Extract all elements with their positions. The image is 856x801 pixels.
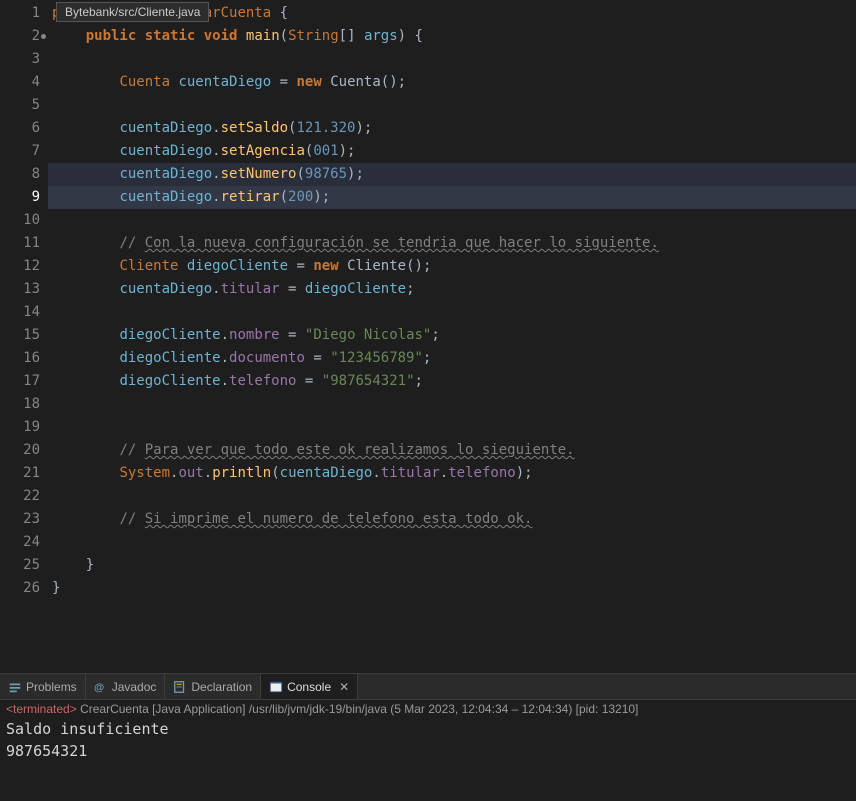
- code-line[interactable]: cuentaDiego.setAgencia(001);: [48, 140, 856, 163]
- console-line: Saldo insuficiente: [6, 718, 850, 740]
- line-number: 10: [0, 209, 40, 232]
- close-icon[interactable]: ✕: [339, 680, 349, 694]
- file-path-tooltip: Bytebank/src/Cliente.java: [56, 2, 209, 22]
- code-line[interactable]: Cliente diegoCliente = new Cliente();: [48, 255, 856, 278]
- line-number: 12: [0, 255, 40, 278]
- line-number: 5: [0, 94, 40, 117]
- code-line[interactable]: Cuenta cuentaDiego = new Cuenta();: [48, 71, 856, 94]
- tab-label: Javadoc: [112, 680, 157, 694]
- console-output[interactable]: Saldo insuficiente 987654321: [0, 718, 856, 762]
- code-line[interactable]: [48, 48, 856, 71]
- declaration-icon: [173, 680, 187, 694]
- line-number: 8: [0, 163, 40, 186]
- code-line[interactable]: [48, 94, 856, 117]
- line-number: 21: [0, 462, 40, 485]
- console-status: <terminated> CrearCuenta [Java Applicati…: [0, 700, 856, 718]
- code-line[interactable]: [48, 531, 856, 554]
- tab-label: Declaration: [191, 680, 252, 694]
- line-number: 19: [0, 416, 40, 439]
- line-number: 14: [0, 301, 40, 324]
- code-line[interactable]: [48, 485, 856, 508]
- code-line[interactable]: cuentaDiego.setNumero(98765);: [48, 163, 856, 186]
- line-number: 3: [0, 48, 40, 71]
- line-number-current: 9: [0, 186, 40, 209]
- terminated-label: <terminated>: [6, 702, 77, 716]
- code-area[interactable]: p arCuenta { public static void main(Str…: [48, 0, 856, 673]
- line-number-gutter: 1 2 3 4 5 6 7 8 9 10 11 12 13 14 15 16 1…: [0, 0, 48, 673]
- code-line[interactable]: [48, 393, 856, 416]
- line-number: 2: [0, 25, 40, 48]
- code-line[interactable]: diegoCliente.telefono = "987654321";: [48, 370, 856, 393]
- console-line: 987654321: [6, 740, 850, 762]
- code-line[interactable]: diegoCliente.nombre = "Diego Nicolas";: [48, 324, 856, 347]
- tab-label: Console: [287, 680, 331, 694]
- tab-label: Problems: [26, 680, 77, 694]
- line-number: 17: [0, 370, 40, 393]
- tab-declaration[interactable]: Declaration: [165, 674, 261, 699]
- line-number: 11: [0, 232, 40, 255]
- javadoc-icon: @: [94, 680, 108, 694]
- code-line[interactable]: [48, 416, 856, 439]
- line-number: 25: [0, 554, 40, 577]
- code-line[interactable]: diegoCliente.documento = "123456789";: [48, 347, 856, 370]
- line-number: 13: [0, 278, 40, 301]
- line-number: 24: [0, 531, 40, 554]
- line-number: 23: [0, 508, 40, 531]
- code-line[interactable]: // Con la nueva configuración se tendria…: [48, 232, 856, 255]
- line-number: 15: [0, 324, 40, 347]
- problems-icon: [8, 680, 22, 694]
- code-line[interactable]: }: [48, 554, 856, 577]
- code-line-current[interactable]: cuentaDiego.retirar(200);: [48, 186, 856, 209]
- code-line[interactable]: // Para ver que todo este ok realizamos …: [48, 439, 856, 462]
- line-number: 4: [0, 71, 40, 94]
- line-number: 20: [0, 439, 40, 462]
- line-number: 18: [0, 393, 40, 416]
- code-line[interactable]: }: [48, 577, 856, 600]
- bottom-panel: Problems @ Javadoc Declaration Console ✕…: [0, 673, 856, 801]
- code-line[interactable]: cuentaDiego.titular = diegoCliente;: [48, 278, 856, 301]
- line-number: 6: [0, 117, 40, 140]
- line-number: 22: [0, 485, 40, 508]
- bottom-tabs: Problems @ Javadoc Declaration Console ✕: [0, 674, 856, 700]
- code-line[interactable]: [48, 209, 856, 232]
- console-icon: [269, 680, 283, 694]
- code-line[interactable]: System.out.println(cuentaDiego.titular.t…: [48, 462, 856, 485]
- console-run-info: CrearCuenta [Java Application] /usr/lib/…: [80, 702, 638, 716]
- tab-problems[interactable]: Problems: [0, 674, 86, 699]
- code-editor[interactable]: 1 2 3 4 5 6 7 8 9 10 11 12 13 14 15 16 1…: [0, 0, 856, 673]
- line-number: 1: [0, 2, 40, 25]
- svg-text:@: @: [94, 681, 104, 693]
- tab-javadoc[interactable]: @ Javadoc: [86, 674, 166, 699]
- line-number: 26: [0, 577, 40, 600]
- code-line[interactable]: // Si imprime el numero de telefono esta…: [48, 508, 856, 531]
- line-number: 16: [0, 347, 40, 370]
- code-line[interactable]: cuentaDiego.setSaldo(121.320);: [48, 117, 856, 140]
- tab-console[interactable]: Console ✕: [261, 674, 358, 699]
- code-line[interactable]: [48, 301, 856, 324]
- line-number: 7: [0, 140, 40, 163]
- code-line[interactable]: public static void main(String[] args) {: [48, 25, 856, 48]
